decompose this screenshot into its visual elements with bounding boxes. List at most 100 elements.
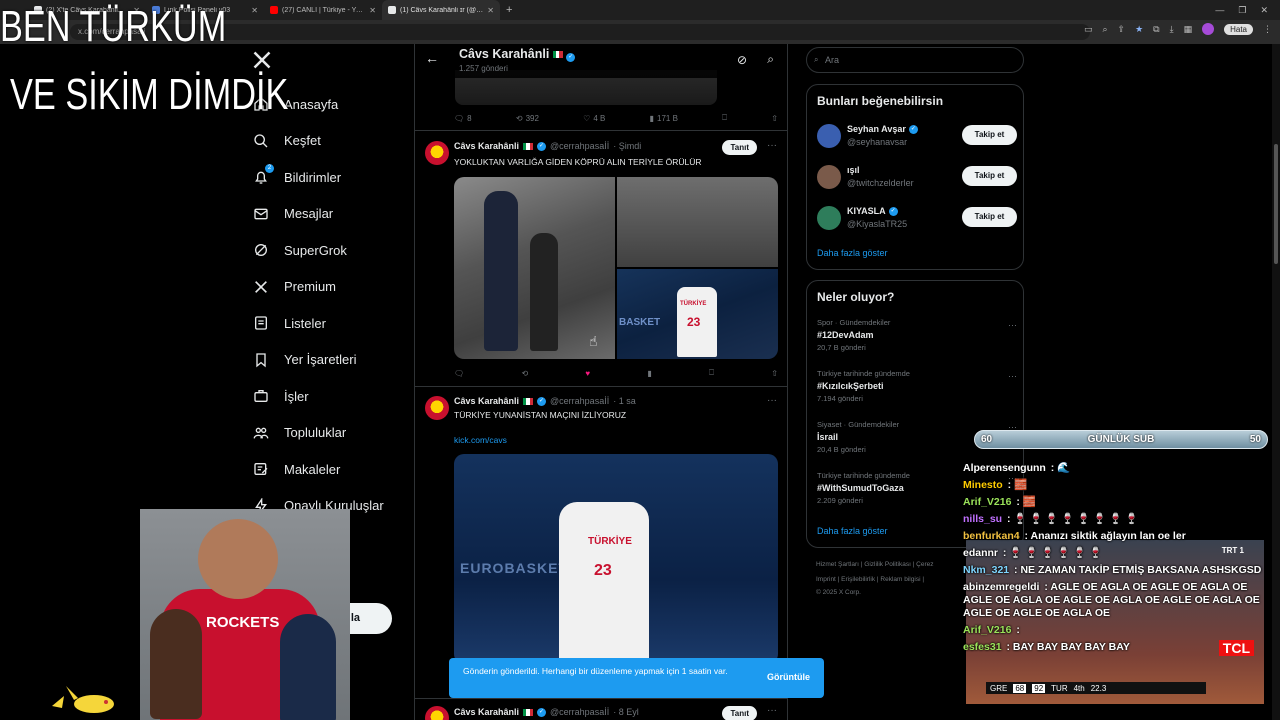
tweet-avatar[interactable] [425,706,449,720]
reply-button[interactable]: 🗨︎ [454,369,464,378]
tweet-text: YOKLUKTAN VARLIĞA GİDEN KÖPRÜ ALIN TERİY… [454,157,702,167]
views-icon: ▮ [649,113,655,123]
error-button[interactable]: Hata [1224,23,1253,35]
extension-icon[interactable]: ▦ [1184,24,1193,35]
views-button[interactable]: ▮ 171 B [650,114,678,123]
close-tab-icon[interactable]: ✕ [251,6,258,15]
profile-avatar[interactable] [1202,23,1215,35]
like-button[interactable]: ♡ 4 B [583,114,605,123]
chat-text: 🌊 [1054,462,1071,474]
sidebar-item-6[interactable]: Listeler [252,305,384,342]
cast-icon[interactable]: ▭ [1084,24,1093,35]
italy-flag-icon [552,51,563,58]
show-more-link[interactable]: Daha fazla göster [817,248,888,258]
avatar[interactable] [817,124,841,148]
repost-button[interactable]: ⟲ 392 [516,114,539,123]
browser-tab[interactable]: (27) CANLI | Türkiye - Yunan ✕ [264,0,382,20]
more-options-icon[interactable]: ··· [1008,371,1017,381]
follow-button[interactable]: Takip et [962,125,1017,145]
tweet-media-grid[interactable]: 23 TÜRKİYE BASKET [454,177,778,359]
sidebar-item-1[interactable]: Keşfet [252,123,384,160]
more-options-icon[interactable]: ··· [767,705,777,716]
trend-item[interactable]: Spor · Gündemdekiler #12DevAdam 20,7 B g… [817,318,1017,352]
tweet-link[interactable]: kick.com/cavs [454,435,507,445]
view-button[interactable]: Görüntüle [767,672,810,682]
search-icon [252,132,270,150]
restore-icon[interactable]: ❐ [1238,5,1246,16]
tweet-media-photo[interactable]: EUROBASKET TÜRKİYE 23 [454,454,778,664]
verified-badge-icon: ✓ [537,396,547,406]
chat-username[interactable]: nills_su [963,513,1002,525]
new-tab-icon[interactable]: + [500,4,518,16]
search-input[interactable]: ⌕ Ara [806,47,1024,73]
chat-username[interactable]: Nkm_321 [963,564,1009,576]
zoom-icon[interactable]: ⌕ [1102,24,1107,35]
tweet-avatar[interactable] [425,396,449,420]
media-photo-basketball[interactable]: 23 TÜRKİYE BASKET [617,269,778,359]
chat-username[interactable]: Minesto [963,479,1003,491]
like-button[interactable]: ♥ [585,369,590,378]
share-button[interactable]: ⇧ [771,369,778,378]
trend-item[interactable]: Türkiye tarihinde gündemde #KızılcıkŞerb… [817,369,1017,403]
media-photo-street[interactable] [454,177,615,359]
sidebar-item-3[interactable]: Mesajlar [252,196,384,233]
avatar[interactable] [817,165,841,189]
share-icon[interactable]: ⇪ [1118,24,1126,35]
sidebar-item-9[interactable]: Topluluklar [252,415,384,452]
browser-tab[interactable]: (1) Câvs Karahânli ɪr (@cerrah ✕ [382,0,500,20]
more-options-icon[interactable]: ··· [1008,320,1017,330]
sidebar-item-5[interactable]: Premium [252,269,384,306]
sidebar-item-label: Premium [284,279,337,295]
chat-username[interactable]: Arif_V216 [963,496,1011,508]
promote-button[interactable]: Tanıt [722,140,757,155]
chat-username[interactable]: benfurkan4 [963,530,1020,542]
suggestion-item[interactable]: KIYASLA ✓ @KiyaslaTR25 Takip et [817,203,1017,233]
download-icon[interactable]: ⤓ [1170,24,1174,35]
follow-button[interactable]: Takip et [962,166,1017,186]
scrollbar-thumb[interactable] [1274,144,1278,264]
repost-button[interactable]: ⟲ [521,369,528,378]
more-options-icon[interactable]: ··· [767,395,777,406]
extensions-icon[interactable]: ⧉ [1153,24,1159,35]
chat-text: 🧱 [1019,496,1036,508]
share-button[interactable]: ⇧ [771,114,778,123]
suggestion-item[interactable]: Seyhan Avşar ✓ @seyhanavsar Takip et [817,121,1017,151]
close-tab-icon[interactable]: ✕ [487,6,494,15]
search-icon[interactable]: ⌕ [767,52,774,67]
x-icon [252,278,270,296]
media-photo-shoes[interactable] [617,177,778,267]
sidebar-item-2[interactable]: 2 Bildirimler [252,159,384,196]
sidebar-item-7[interactable]: Yer İşaretleri [252,342,384,379]
views-button[interactable]: ▮ [647,369,651,378]
show-more-link[interactable]: Daha fazla göster [817,526,888,536]
close-tab-icon[interactable]: ✕ [369,6,376,15]
sidebar-item-4[interactable]: SuperGrok [252,232,384,269]
follow-button[interactable]: Takip et [962,207,1017,227]
chat-username[interactable]: abinzemregeldi [963,581,1039,593]
suggestion-item[interactable]: ışıl @twitchzelderler Takip et [817,162,1017,192]
back-arrow-icon[interactable]: ← [425,50,439,66]
post-sent-toast: Gönderin gönderildi. Herhangi bir düzenl… [449,658,824,698]
close-window-icon[interactable]: ✕ [1260,5,1268,16]
bell-icon: 2 [252,164,274,186]
more-options-icon[interactable]: ··· [767,140,777,151]
grok-icon[interactable]: ⊘ [737,53,747,67]
bookmark-star-icon[interactable]: ★ [1135,24,1143,35]
x-logo-icon[interactable] [252,50,274,72]
tweet-header: Câvs Karahânli ✓ @cerrahpasaİİ · 1 sa [454,396,636,406]
chat-username[interactable]: Arif_V216 [963,624,1011,636]
chat-username[interactable]: edannr [963,547,998,559]
verified-badge-icon: ✓ [537,141,547,151]
promote-button[interactable]: Tanıt [722,706,757,720]
chat-username[interactable]: esfes31 [963,641,1002,653]
menu-icon[interactable]: ⋮ [1263,24,1272,35]
chat-username[interactable]: Alperensengunn [963,462,1046,474]
bookmark-button[interactable]: ⎕ [709,368,714,378]
bookmark-button[interactable]: ⎕ [722,113,727,123]
tweet-avatar[interactable] [425,141,449,165]
minimize-icon[interactable]: — [1215,5,1224,15]
sidebar-item-8[interactable]: İşler [252,378,384,415]
avatar[interactable] [817,206,841,230]
sidebar-item-10[interactable]: Makaleler [252,451,384,488]
reply-button[interactable]: 🗨︎ 8 [454,114,472,123]
